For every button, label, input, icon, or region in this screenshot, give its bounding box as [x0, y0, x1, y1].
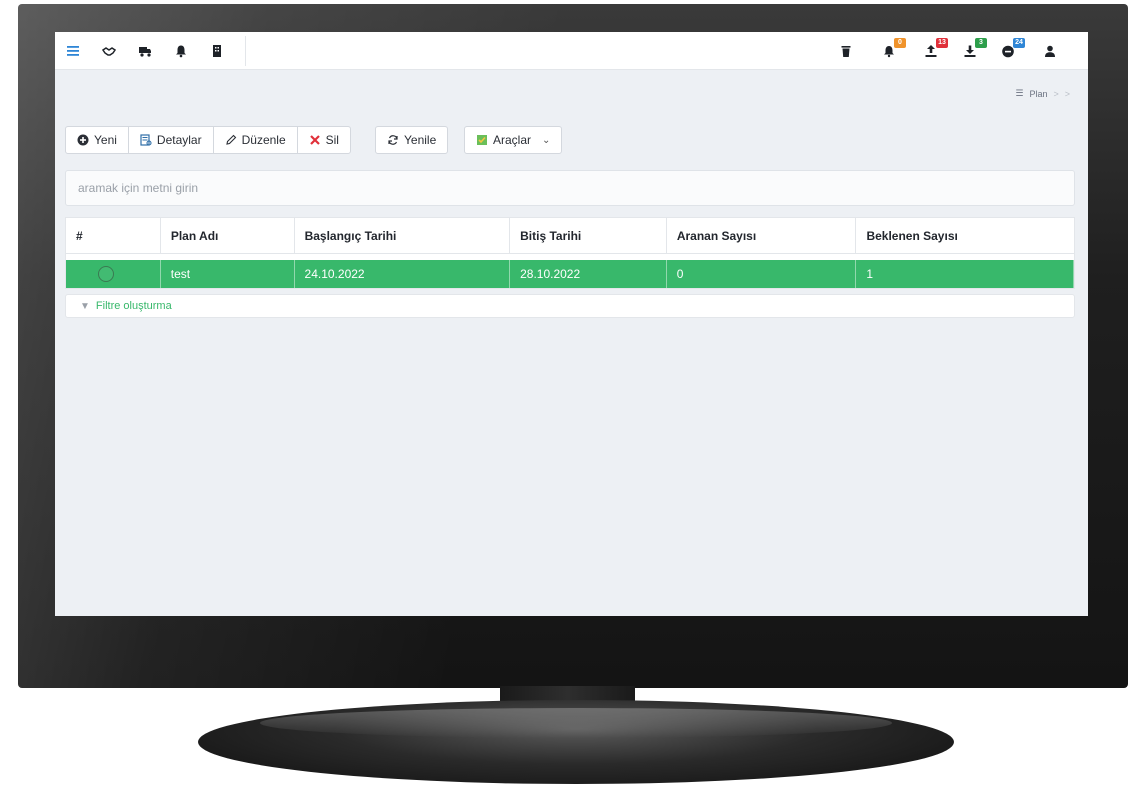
start-date-cell: 24.10.2022 [295, 260, 511, 288]
user-icon[interactable] [1040, 41, 1060, 61]
delete-button-label: Sil [325, 133, 339, 147]
menu-icon[interactable] [63, 41, 83, 61]
upload-icon[interactable]: 13 [921, 38, 948, 61]
end-date-cell: 28.10.2022 [510, 260, 667, 288]
column-header[interactable]: Bitiş Tarihi [510, 218, 667, 253]
tools-icon [477, 135, 487, 145]
close-icon [309, 135, 320, 145]
table-row[interactable]: test 24.10.2022 28.10.2022 0 1 [66, 260, 1074, 288]
crud-button-group: Yeni Detaylar Düzenle Sil [65, 126, 351, 154]
refresh-icon [388, 135, 398, 145]
monitor-scene: 0 13 3 24 ☰ Plan > > Yeni Detaylar Düzen… [0, 0, 1145, 786]
details-icon [140, 134, 152, 146]
download-badge: 3 [975, 38, 987, 48]
notification-bell-icon[interactable]: 0 [879, 38, 906, 61]
trash-icon[interactable] [836, 41, 856, 61]
list-icon: ☰ [1015, 88, 1024, 98]
called-count-cell: 0 [667, 260, 857, 288]
row-select-radio[interactable] [98, 266, 114, 282]
column-header[interactable]: Aranan Sayısı [667, 218, 857, 253]
refresh-button-group: Yenile [375, 126, 449, 154]
app-screen: 0 13 3 24 ☰ Plan > > Yeni Detaylar Düzen… [55, 32, 1088, 616]
plans-table: # Plan Adı Başlangıç Tarihi Bitiş Tarihi… [65, 217, 1075, 289]
chevron-down-icon: ⌄ [542, 134, 551, 146]
tools-dropdown[interactable]: Araçlar ⌄ [465, 127, 561, 153]
details-button-label: Detaylar [156, 133, 202, 147]
tools-dropdown-label: Araçlar [493, 133, 532, 147]
notification-badge: 0 [894, 38, 906, 48]
breadcrumb: ☰ Plan > > [1015, 88, 1070, 99]
plan-name-cell: test [161, 260, 295, 288]
edit-button[interactable]: Düzenle [214, 127, 298, 153]
minus-badge: 24 [1013, 38, 1025, 48]
download-icon[interactable]: 3 [960, 38, 987, 61]
top-navbar: 0 13 3 24 [55, 32, 1088, 70]
new-button-label: Yeni [94, 133, 117, 147]
search-box [65, 170, 1075, 206]
column-header[interactable]: Plan Adı [161, 218, 295, 253]
refresh-button[interactable]: Yenile [376, 127, 447, 153]
minus-circle-icon[interactable]: 24 [998, 38, 1025, 61]
filter-builder[interactable]: ▼ Filtre oluşturma [65, 294, 1075, 318]
row-select-cell [66, 260, 161, 288]
details-button[interactable]: Detaylar [129, 127, 214, 153]
column-header[interactable]: # [66, 218, 161, 253]
handshake-icon[interactable] [99, 41, 119, 61]
column-header[interactable]: Başlangıç Tarihi [295, 218, 511, 253]
breadcrumb-separator: > [1064, 88, 1070, 99]
breadcrumb-separator: > [1053, 88, 1059, 99]
new-button[interactable]: Yeni [66, 127, 129, 153]
edit-button-label: Düzenle [241, 133, 286, 147]
action-toolbar: Yeni Detaylar Düzenle Sil Yenile Araçlar… [65, 112, 1075, 156]
breadcrumb-plan[interactable]: Plan [1029, 89, 1047, 99]
search-input[interactable] [66, 171, 1074, 205]
building-icon[interactable] [207, 41, 227, 61]
table-header-row: # Plan Adı Başlangıç Tarihi Bitiş Tarihi… [66, 218, 1074, 254]
filter-label: Filtre oluşturma [95, 300, 172, 312]
filter-icon: ▼ [80, 300, 90, 312]
truck-icon[interactable] [135, 41, 155, 61]
monitor-base-highlight [260, 708, 892, 738]
refresh-button-label: Yenile [404, 133, 437, 147]
topbar-divider [245, 36, 246, 66]
delete-button[interactable]: Sil [298, 127, 350, 153]
upload-badge: 13 [936, 38, 948, 48]
bell-icon[interactable] [171, 41, 191, 61]
plus-circle-icon [77, 134, 89, 146]
tools-dropdown-group: Araçlar ⌄ [464, 126, 563, 154]
pencil-icon [225, 134, 236, 145]
expected-count-cell: 1 [856, 260, 1074, 288]
column-header[interactable]: Beklenen Sayısı [856, 218, 1074, 253]
